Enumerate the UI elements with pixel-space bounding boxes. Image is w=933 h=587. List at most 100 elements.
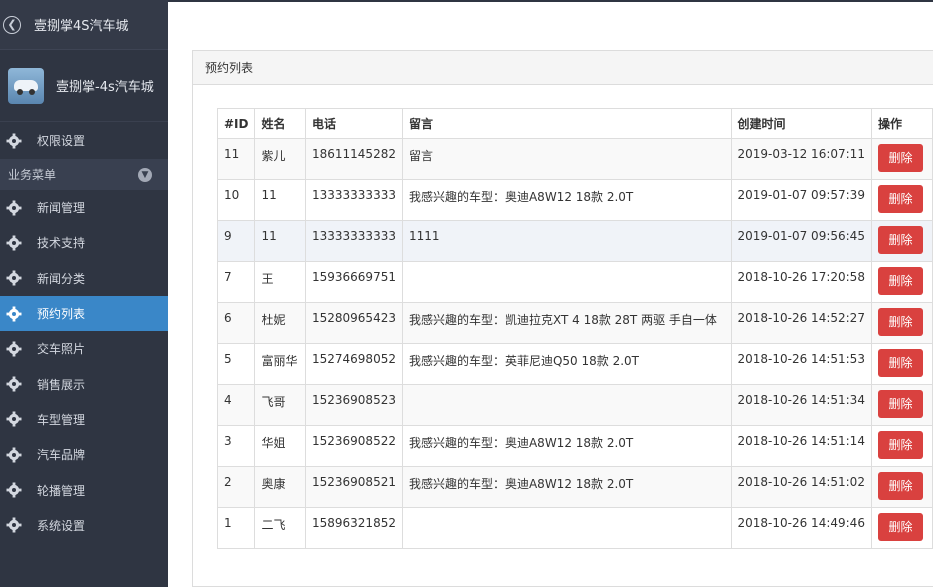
cell-name: 奥康 xyxy=(254,466,306,508)
cell-action: 删除 xyxy=(870,220,933,262)
sidebar-item-5[interactable]: 销售展示 xyxy=(0,366,168,401)
sidebar-item-4[interactable]: 交车照片 xyxy=(0,331,168,366)
sidebar-item-label: 系统设置 xyxy=(37,518,86,533)
sidebar-item-1[interactable]: 技术支持 xyxy=(0,225,168,260)
sidebar-item-8[interactable]: 轮播管理 xyxy=(0,472,168,507)
cell-message xyxy=(401,384,732,426)
cell-action: 删除 xyxy=(870,302,933,344)
table-row: 3 华姐 15236908522 我感兴趣的车型：奥迪A8W12 18款 2.0T 20… xyxy=(216,425,933,467)
cell-phone: 15236908522 xyxy=(304,425,403,467)
table-row: 11 紫儿 18611145282 留言 2019-03-12 16:07:11 删除 xyxy=(216,138,933,180)
sidebar-item-permissions[interactable]: 权限设置 xyxy=(0,122,168,159)
cell-name: 11 xyxy=(254,179,306,221)
cell-message: 留言 xyxy=(401,138,732,180)
cell-message: 1111 xyxy=(401,220,732,262)
delete-button[interactable]: 删除 xyxy=(877,226,923,254)
gear-icon xyxy=(6,411,22,427)
col-header-id: #ID xyxy=(216,108,256,139)
sidebar-item-2[interactable]: 新闻分类 xyxy=(0,261,168,296)
gear-icon xyxy=(6,517,22,533)
sidebar-item-7[interactable]: 汽车品牌 xyxy=(0,437,168,472)
table-row: 6 杜妮 15280965423 我感兴趣的车型：凯迪拉克XT 4 18款 28T 两… xyxy=(216,302,933,344)
delete-button[interactable]: 删除 xyxy=(877,390,923,418)
cell-phone: 13333333333 xyxy=(304,220,403,262)
cell-id: 7 xyxy=(216,261,256,303)
cell-id: 5 xyxy=(216,343,256,385)
table-row: 2 奥康 15236908521 我感兴趣的车型：奥迪A8W12 18款 2.0T 20… xyxy=(216,466,933,508)
sidebar-item-label: 轮播管理 xyxy=(37,483,86,498)
cell-action: 删除 xyxy=(870,179,933,221)
cell-id: 10 xyxy=(216,179,256,221)
cell-name: 紫儿 xyxy=(254,138,306,180)
delete-button[interactable]: 删除 xyxy=(877,431,923,459)
menu-group-label: 业务菜单 xyxy=(8,168,57,182)
cell-id: 3 xyxy=(216,425,256,467)
cell-phone: 15236908523 xyxy=(304,384,403,426)
cell-action: 删除 xyxy=(870,425,933,467)
table-row: 10 11 13333333333 我感兴趣的车型：奥迪A8W12 18款 2.0T 2… xyxy=(216,179,933,221)
sidebar-item-0[interactable]: 新闻管理 xyxy=(0,190,168,225)
delete-button[interactable]: 删除 xyxy=(877,472,923,500)
gear-icon xyxy=(6,200,22,216)
cell-id: 1 xyxy=(216,507,256,549)
table-row: 9 11 13333333333 1111 2019-01-07 09:56:45 删除 xyxy=(216,220,933,262)
table-row: 7 王 15936669751 2018-10-26 17:20:58 删除 xyxy=(216,261,933,303)
cell-id: 11 xyxy=(216,138,256,180)
delete-button[interactable]: 删除 xyxy=(877,349,923,377)
sidebar-item-label: 新闻管理 xyxy=(37,201,86,216)
cell-action: 删除 xyxy=(870,507,933,549)
cell-created: 2018-10-26 14:49:46 xyxy=(730,507,872,549)
cell-action: 删除 xyxy=(870,261,933,303)
col-header-name: 姓名 xyxy=(254,108,306,139)
sidebar-item-3[interactable]: 预约列表 xyxy=(0,295,168,332)
cell-action: 删除 xyxy=(870,343,933,385)
delete-button[interactable]: 删除 xyxy=(877,185,923,213)
sidebar-item-label: 新闻分类 xyxy=(37,271,86,286)
cell-name: 王 xyxy=(254,261,306,303)
delete-button[interactable]: 删除 xyxy=(877,144,923,172)
cell-id: 2 xyxy=(216,466,256,508)
cell-phone: 15274698052 xyxy=(304,343,403,385)
cell-id: 9 xyxy=(216,220,256,262)
cell-name: 飞哥 xyxy=(254,384,306,426)
cell-message: 我感兴趣的车型：奥迪A8W12 18款 2.0T xyxy=(401,425,732,467)
sidebar-item-label: 交车照片 xyxy=(37,342,86,357)
cell-id: 6 xyxy=(216,302,256,344)
appointment-table: #ID 姓名 电话 留言 创建时间 操作 11 紫儿 18611145282 留言 20… xyxy=(216,108,933,549)
sidebar-item-9[interactable]: 系统设置 xyxy=(0,508,168,543)
app-title: 壹捌掌4S汽车城 xyxy=(34,19,129,34)
cell-name: 华姐 xyxy=(254,425,306,467)
menu-group-business[interactable]: 业务菜单 ▼ xyxy=(0,159,168,190)
delete-button[interactable]: 删除 xyxy=(877,513,923,541)
cell-phone: 15936669751 xyxy=(304,261,403,303)
main-content: 预约列表 #ID 姓名 电话 留言 创建时间 操作 11 紫儿 1861114528… xyxy=(168,2,933,587)
delete-button[interactable]: 删除 xyxy=(877,308,923,336)
cell-action: 删除 xyxy=(870,384,933,426)
cell-phone: 13333333333 xyxy=(304,179,403,221)
col-header-created: 创建时间 xyxy=(730,108,872,139)
cell-phone: 15236908521 xyxy=(304,466,403,508)
sidebar-item-label: 预约列表 xyxy=(37,307,86,322)
cell-created: 2019-01-07 09:57:39 xyxy=(730,179,872,221)
cell-created: 2018-10-26 14:52:27 xyxy=(730,302,872,344)
table-row: 5 富丽华 15274698052 我感兴趣的车型：英菲尼迪Q50 18款 2.0T 2… xyxy=(216,343,933,385)
sidebar-item-label: 权限设置 xyxy=(37,134,86,148)
cell-action: 删除 xyxy=(870,138,933,180)
cell-name: 二飞 xyxy=(254,507,306,549)
sidebar-item-label: 销售展示 xyxy=(37,377,86,392)
username: 壹捌掌-4s汽车城 xyxy=(56,80,154,95)
cell-name: 杜妮 xyxy=(254,302,306,344)
cell-message: 我感兴趣的车型：奥迪A8W12 18款 2.0T xyxy=(401,179,732,221)
back-arrow-icon[interactable]: ❮ xyxy=(3,15,21,34)
sidebar-item-6[interactable]: 车型管理 xyxy=(0,402,168,437)
sidebar-item-label: 车型管理 xyxy=(37,412,86,427)
delete-button[interactable]: 删除 xyxy=(877,267,923,295)
user-profile: 壹捌掌-4s汽车城 xyxy=(0,50,168,122)
cell-message xyxy=(401,261,732,303)
cell-message: 我感兴趣的车型：奥迪A8W12 18款 2.0T xyxy=(401,466,732,508)
avatar xyxy=(8,67,44,104)
cell-message: 我感兴趣的车型：英菲尼迪Q50 18款 2.0T xyxy=(401,343,732,385)
cell-created: 2019-03-12 16:07:11 xyxy=(730,138,872,180)
cell-action: 删除 xyxy=(870,466,933,508)
sidebar-item-label: 汽车品牌 xyxy=(37,448,86,463)
